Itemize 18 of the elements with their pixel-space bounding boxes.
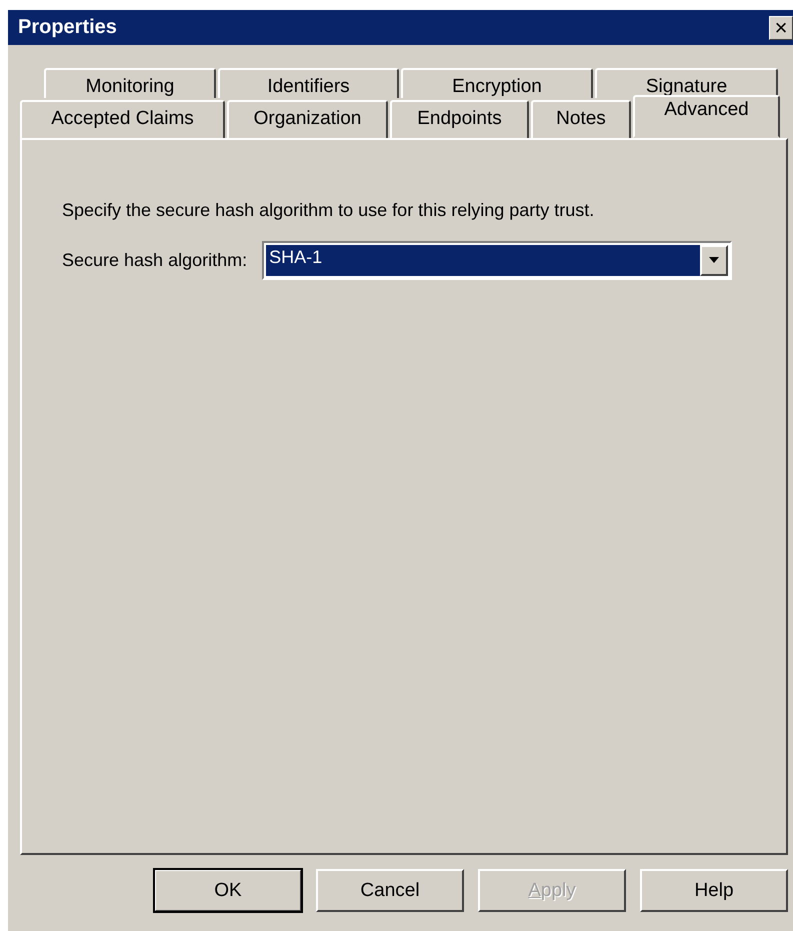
tab[interactable]: Encryption (401, 68, 593, 98)
tab[interactable]: Advanced (633, 95, 780, 138)
dropdown-arrow-icon (708, 257, 720, 264)
tab[interactable]: Signature (595, 68, 778, 98)
tab[interactable]: Notes (531, 100, 631, 138)
tab[interactable]: Monitoring (44, 68, 216, 98)
dialog-button[interactable]: Cancel (316, 869, 464, 912)
dialog-button[interactable]: Help (640, 869, 788, 912)
close-button[interactable]: × (769, 16, 793, 40)
field-label: Secure hash algorithm: (62, 250, 248, 271)
hash-algorithm-dropdown[interactable]: SHA-1 (262, 241, 732, 280)
dialog-button[interactable]: OK (154, 869, 302, 912)
tab[interactable]: Endpoints (390, 100, 529, 138)
description-text: Specify the secure hash algorithm to use for this relying party trust. (62, 200, 596, 221)
tab[interactable]: Organization (227, 100, 388, 138)
tab[interactable]: Accepted Claims (20, 100, 225, 138)
tab[interactable]: Identifiers (218, 68, 399, 98)
window-title: Properties (18, 16, 117, 39)
